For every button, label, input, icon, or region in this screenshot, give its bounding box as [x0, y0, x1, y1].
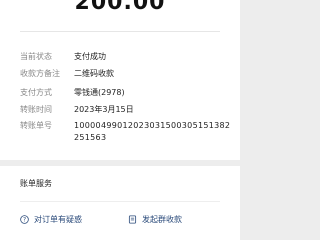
divider — [20, 31, 220, 32]
group-collection-label: 发起群收款 — [142, 214, 182, 224]
detail-row-transfer-time: 转账时间 2023年3月15日 — [20, 104, 235, 120]
status-label: 当前状态 — [20, 52, 52, 61]
remark-value: 二维码收款 — [74, 69, 114, 78]
transfer-id-value: 10000499012023031500305151382251563 — [74, 121, 231, 142]
transfer-id-label: 转账单号 — [20, 121, 52, 130]
bill-services-title: 账单服务 — [20, 179, 52, 188]
transaction-detail-card: 200.00 当前状态 支付成功 收款方备注 二维码收款 支付方式 零钱通(29… — [0, 0, 240, 160]
svg-text:?: ? — [23, 217, 26, 223]
status-value: 支付成功 — [74, 52, 106, 61]
receipt-icon — [128, 214, 137, 224]
transfer-time-label: 转账时间 — [20, 105, 52, 114]
detail-row-remark: 收款方备注 二维码收款 — [20, 68, 235, 84]
bill-services-card: 账单服务 ? 对订单有疑惑 发起群收款 — [0, 166, 240, 240]
order-doubt-label: 对订单有疑惑 — [34, 214, 82, 224]
detail-row-status: 当前状态 支付成功 — [20, 51, 235, 67]
payment-method-label: 支付方式 — [20, 88, 52, 97]
detail-row-transfer-id: 转账单号 10000499012023031500305151382251563 — [20, 120, 235, 146]
question-circle-icon: ? — [20, 214, 29, 224]
transfer-time-value: 2023年3月15日 — [74, 105, 134, 114]
order-doubt-link[interactable]: ? 对订单有疑惑 — [20, 212, 82, 226]
group-collection-link[interactable]: 发起群收款 — [128, 212, 182, 226]
detail-row-payment-method: 支付方式 零钱通(2978) — [20, 87, 235, 103]
amount-text: 200.00 — [74, 0, 166, 15]
divider — [20, 201, 220, 202]
payment-method-value: 零钱通(2978) — [74, 88, 125, 97]
remark-label: 收款方备注 — [20, 69, 60, 78]
